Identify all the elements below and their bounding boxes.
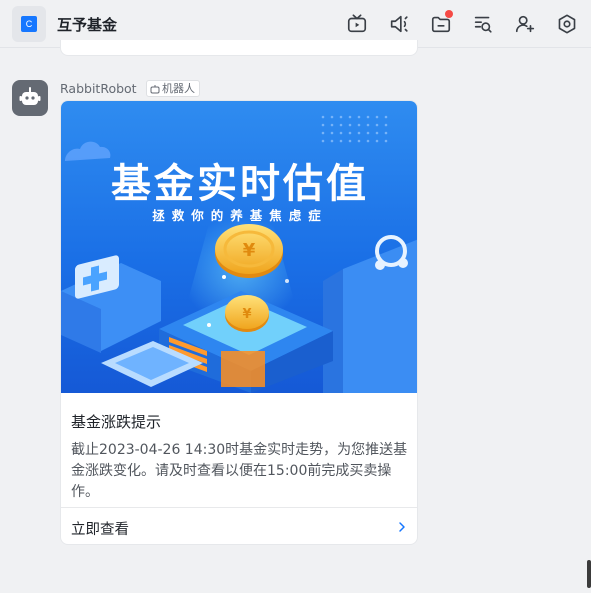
live-tv-icon[interactable] bbox=[345, 12, 369, 36]
chat-title: 互予基金 bbox=[57, 16, 118, 34]
card-banner-image: ¥ ¥ 基金实时估值 拯救你的养基焦虑症 bbox=[61, 101, 417, 393]
bot-avatar[interactable] bbox=[12, 80, 48, 116]
svg-text:¥: ¥ bbox=[243, 240, 256, 261]
card-title: 基金涨跌提示 bbox=[71, 413, 162, 431]
message-card[interactable]: ¥ ¥ 基金实时估值 拯救你的养基焦虑症 基金涨跌提示 截止2023-04-26… bbox=[60, 100, 418, 545]
folder-icon[interactable] bbox=[429, 10, 453, 36]
group-avatar[interactable]: C bbox=[12, 6, 46, 42]
banner-illustration: ¥ ¥ bbox=[61, 115, 417, 393]
settings-icon[interactable] bbox=[555, 12, 579, 36]
chevron-right-icon bbox=[399, 522, 405, 532]
search-list-icon[interactable] bbox=[471, 12, 495, 36]
view-now-label: 立即查看 bbox=[71, 522, 129, 538]
previous-message-card bbox=[60, 40, 418, 56]
banner-subtitle: 拯救你的养基焦虑症 bbox=[152, 208, 328, 223]
card-body-text: 截止2023-04-26 14:30时基金实时走势，为您推送基金涨跌变化。请及时… bbox=[71, 442, 408, 500]
add-member-icon[interactable] bbox=[513, 12, 537, 36]
robot-tag: 机器人 bbox=[146, 80, 200, 97]
notification-dot bbox=[445, 10, 453, 18]
robot-tag-label: 机器人 bbox=[162, 82, 195, 95]
robot-icon bbox=[19, 87, 41, 105]
scrollbar-thumb[interactable] bbox=[587, 560, 591, 588]
view-now-button[interactable]: 立即查看 bbox=[61, 508, 417, 544]
group-avatar-letter: C bbox=[21, 16, 37, 32]
robot-tag-icon bbox=[150, 84, 160, 93]
banner-title: 基金实时估值 bbox=[111, 161, 369, 207]
sender-name[interactable]: RabbitRobot bbox=[60, 81, 137, 96]
svg-text:¥: ¥ bbox=[242, 307, 251, 322]
announcement-icon[interactable] bbox=[387, 12, 411, 36]
